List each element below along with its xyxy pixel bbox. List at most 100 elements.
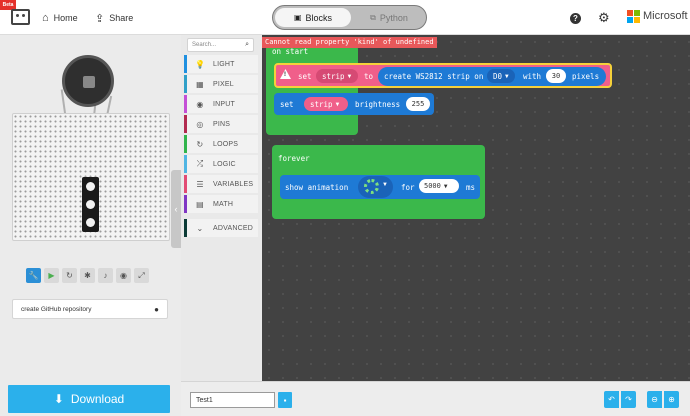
play-icon[interactable]: ▶ (44, 268, 59, 283)
category-label: MATH (213, 200, 234, 208)
circle-icon: ◉ (196, 99, 204, 109)
show-animation-label: show animation (285, 183, 349, 192)
set-label: set (280, 100, 294, 109)
share-icon: ⇪ (95, 12, 105, 25)
zoom-in-button[interactable]: ⊕ (664, 391, 679, 408)
settings-button[interactable]: ⚙ (598, 10, 610, 26)
search-input[interactable]: Search... ⌕ (187, 38, 254, 52)
simulator-panel: 🔧 ▶ ↻ ✱ ♪ ◉ ⤢ create GitHub repository ●… (0, 35, 181, 416)
header-bar: Beta ⌂ Home ⇪ Share ▣ Blocks ⧉ Python ? … (0, 0, 690, 35)
help-button[interactable]: ? (570, 10, 581, 26)
screenshot-icon[interactable]: ◉ (116, 268, 131, 283)
toolbox: Search... ⌕ 💡 LIGHT ▦ PIXEL ◉ INPUT ◎ PI… (181, 35, 262, 381)
chevron-down-icon: ⌄ (196, 223, 204, 233)
category-input[interactable]: ◉ INPUT (184, 95, 258, 113)
dropdown-arrow-icon: ▼ (443, 182, 448, 190)
list-icon: ☰ (196, 179, 204, 189)
pixel-icon: ▦ (196, 79, 204, 89)
home-label: Home (53, 13, 78, 23)
category-loops[interactable]: ↻ LOOPS (184, 135, 258, 153)
neopixel-strip (82, 177, 99, 232)
calculator-icon: ▤ (196, 199, 204, 209)
category-pins[interactable]: ◎ PINS (184, 115, 258, 133)
share-button[interactable]: ⇪ Share (95, 10, 133, 26)
python-label: Python (379, 12, 408, 23)
fullscreen-icon[interactable]: ⤢ (134, 268, 149, 283)
save-icon: ▪ (283, 395, 287, 405)
editor-toggle: ▣ Blocks ⧉ Python (272, 5, 427, 30)
brightness-input[interactable]: 255 (406, 97, 430, 111)
github-repository-button[interactable]: create GitHub repository ● (12, 299, 168, 319)
project-name-input[interactable]: Test1 (190, 392, 275, 408)
download-icon: ⬇ (53, 392, 64, 406)
microsoft-brand: Microsoft (643, 10, 688, 22)
simulator-view[interactable] (10, 47, 170, 247)
duration-dropdown[interactable]: 5000 ▼ (419, 179, 459, 193)
with-label: with (523, 72, 542, 81)
redo-button[interactable]: ↷ (621, 391, 636, 408)
dropdown-arrow-icon: ▼ (382, 182, 388, 188)
wrench-icon[interactable]: 🔧 (26, 268, 41, 283)
download-label: Download (70, 392, 125, 406)
on-start-label: on start (272, 47, 309, 56)
home-button[interactable]: ⌂ Home (42, 10, 78, 26)
makecode-editor: Beta ⌂ Home ⇪ Share ▣ Blocks ⧉ Python ? … (0, 0, 690, 416)
makecode-logo[interactable] (11, 9, 30, 25)
restart-icon[interactable]: ↻ (62, 268, 77, 283)
animation-picker[interactable]: ▼ (358, 176, 393, 198)
download-button[interactable]: ⬇ Download (8, 385, 170, 413)
forever-label: forever (278, 154, 310, 163)
strip-variable-dropdown[interactable]: strip ▼ (304, 97, 348, 111)
dropdown-arrow-icon: ▼ (347, 72, 352, 80)
pixels-label: pixels (572, 72, 600, 81)
bottom-bar: Test1 ▪ ↶ ↷ ⊖ ⊕ (181, 381, 690, 416)
strip-variable-dropdown[interactable]: strip ▼ (316, 69, 358, 83)
python-tab[interactable]: ⧉ Python (353, 8, 425, 27)
undo-button[interactable]: ↶ (604, 391, 619, 408)
category-math[interactable]: ▤ MATH (184, 195, 258, 213)
category-label: PIXEL (213, 80, 234, 88)
category-advanced[interactable]: ⌄ ADVANCED (184, 219, 258, 237)
dropdown-arrow-icon: ▼ (505, 72, 509, 80)
rainbow-animation-icon (364, 179, 379, 194)
zoom-in-icon: ⊕ (668, 395, 675, 404)
category-label: PINS (213, 120, 231, 128)
collapse-simulator-button[interactable]: ‹ (171, 170, 181, 248)
simulator-toolbar: 🔧 ▶ ↻ ✱ ♪ ◉ ⤢ (26, 268, 149, 283)
category-logic[interactable]: ⤮ LOGIC (184, 155, 258, 173)
github-label: create GitHub repository (21, 305, 92, 313)
redo-icon: ↷ (625, 395, 632, 404)
save-button[interactable]: ▪ (278, 392, 292, 408)
category-variables[interactable]: ☰ VARIABLES (184, 175, 258, 193)
circuit-playground-board[interactable] (62, 55, 114, 107)
home-icon: ⌂ (42, 12, 49, 24)
zoom-out-button[interactable]: ⊖ (647, 391, 662, 408)
blocks-tab[interactable]: ▣ Blocks (275, 8, 351, 27)
on-start-block[interactable] (266, 45, 358, 135)
debug-icon[interactable]: ✱ (80, 268, 95, 283)
category-pixel[interactable]: ▦ PIXEL (184, 75, 258, 93)
volume-icon[interactable]: ♪ (98, 268, 113, 283)
to-label: to (364, 72, 374, 81)
category-label: LOGIC (213, 160, 236, 168)
category-label: LIGHT (213, 60, 235, 68)
blocks-workspace[interactable]: on start ! set strip ▼ to create WS2812 … (262, 35, 690, 381)
create-label: create WS2812 strip on (384, 72, 484, 81)
category-label: ADVANCED (213, 224, 253, 232)
pins-icon: ◎ (196, 119, 204, 129)
for-label: for (401, 183, 415, 192)
search-placeholder: Search... (192, 42, 217, 48)
dropdown-arrow-icon: ▼ (335, 100, 340, 108)
pin-dropdown[interactable]: D0 ▼ (487, 69, 515, 83)
zoom-out-icon: ⊖ (651, 395, 658, 404)
set-label: set (298, 72, 312, 81)
shuffle-icon: ⤮ (196, 159, 204, 168)
category-light[interactable]: 💡 LIGHT (184, 55, 258, 73)
blocks-label: Blocks (305, 12, 333, 23)
microsoft-logo-icon (627, 10, 640, 23)
help-icon: ? (570, 12, 581, 24)
error-message: Cannot read property 'kind' of undefined (262, 37, 437, 48)
duration-value: 5000 (424, 182, 441, 190)
brightness-label: brightness (355, 100, 401, 109)
pixel-count-input[interactable]: 30 (546, 69, 566, 83)
